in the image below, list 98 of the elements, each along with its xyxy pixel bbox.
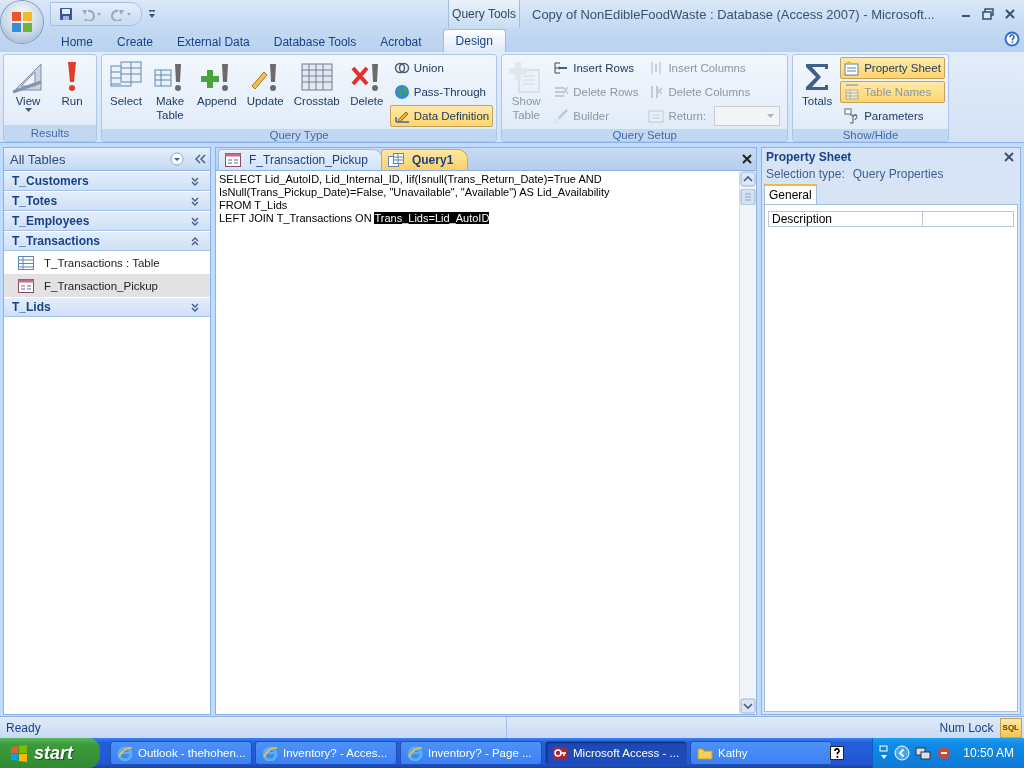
ribbon-button[interactable]: Delete [345,57,388,111]
nav-item[interactable]: T_Transactions : Table [4,251,210,274]
security-icon[interactable] [936,745,953,761]
chevron-up-icon [190,235,200,247]
nav-item[interactable]: F_Transaction_Pickup [4,274,210,297]
clock: 10:50 AM [963,746,1014,760]
ribbon-tab[interactable]: Database Tools [264,31,366,52]
close-icon[interactable] [742,154,752,164]
table-icon [18,255,34,270]
return-values-icon [648,108,665,124]
selected-text: Trans_Lids=Lid_AutoID [374,212,490,224]
ribbon-button[interactable]: Totals [796,57,839,111]
parameters-icon [844,108,861,124]
ribbon-button[interactable]: Property Sheet [840,57,945,79]
office-button[interactable] [1,1,43,43]
wand-icon [553,108,570,124]
nav-group-header[interactable]: T_Transactions [4,232,210,251]
group-label: Show/Hide [793,129,948,141]
office-logo-icon [10,10,34,34]
context-tab-label: Query Tools [448,0,520,28]
property-sheet-icon [844,60,861,76]
key-icon [552,745,568,761]
taskbar-button[interactable]: Microsoft Access - ... [545,741,687,765]
form-icon [18,278,34,293]
delete-columns-icon [648,84,665,100]
ribbon-button[interactable]: Crosstab [289,57,344,111]
ribbon-button[interactable]: View [7,57,49,116]
browser-e-icon [407,745,423,761]
browser-e-icon [262,745,278,761]
code-line: FROM T_Lids [219,199,289,212]
nav-group-header[interactable]: T_Totes [4,192,210,211]
nav-group-header[interactable]: T_Employees [4,212,210,231]
panel-title: Property Sheet [766,150,852,164]
scroll-thumb-icon[interactable] [740,189,756,205]
nav-group-header[interactable]: T_Lids [4,298,210,317]
grid-icon [299,60,334,94]
ribbon-button[interactable]: Parameters [840,105,945,127]
code-line: SELECT Lid_AutoID, Lid_Internal_ID, Iif(Isnull(Trans_Return_Date)=True AND [219,173,603,186]
ribbon-button[interactable]: Run [51,57,93,111]
ribbon-button[interactable]: Data Definition [389,105,494,127]
table-names-icon [844,84,861,100]
window-restore-icon[interactable] [879,745,890,761]
property-tab[interactable]: General [764,184,817,204]
scroll-down-icon[interactable] [740,698,756,714]
form-icon [225,153,241,167]
chevron-left-icon[interactable] [894,745,911,761]
num-lock-indicator: Num Lock [939,720,994,735]
folder-icon [697,745,713,761]
ribbon-button[interactable]: Make Table [149,57,191,125]
ribbon-tab[interactable]: External Data [168,31,259,52]
nav-group-header[interactable]: T_Customers [4,172,210,191]
windows-flag-icon [10,744,28,762]
selection-type-value: Query Properties [852,167,944,181]
group-label: Query Type [102,129,497,141]
query-icon [387,153,404,167]
collapse-chevron-icon[interactable] [194,154,206,164]
chevron-down-icon [190,215,200,227]
window-title: Copy of NonEdibleFoodWaste : Database (Access 2007) - Microsoft... [532,6,936,22]
ribbon-button[interactable]: Pass-Through [389,81,494,103]
exclamation-icon [67,61,77,92]
ribbon-tab[interactable]: Create [108,31,163,52]
ribbon-tab[interactable]: Acrobat [371,31,431,52]
code-line: LEFT JOIN T_Transactions ON Trans_Lids=Lid_AutoID [219,212,491,225]
chevron-down-icon [190,301,200,313]
dropdown-circle-icon[interactable] [170,152,184,166]
scroll-up-icon[interactable] [740,171,756,187]
help-icon[interactable] [830,746,845,760]
restore-icon[interactable] [982,8,994,20]
group-label: Query Setup [502,129,788,141]
delete-rows-icon [553,84,570,100]
network-icon[interactable] [915,745,932,761]
insert-rows-icon [553,60,570,76]
document-tab[interactable]: Query1 [380,149,469,170]
ribbon-button[interactable]: Update [242,57,288,111]
close-icon[interactable] [1004,152,1014,162]
close-icon[interactable] [1004,8,1016,20]
chevron-down-icon [190,195,200,207]
ribbon-button[interactable]: Union [389,57,494,79]
ribbon-tab[interactable]: Home [52,31,102,52]
save-icon[interactable] [59,7,73,21]
document-tab[interactable]: F_Transaction_Pickup [218,149,383,170]
browser-e-icon [117,745,133,761]
ribbon-button[interactable]: Append [193,57,241,111]
ribbon-button[interactable]: Select [105,57,147,111]
start-button[interactable]: start [0,738,100,768]
selection-type-label: Selection type: [766,167,845,181]
code-line: IsNull(Trans_Pickup_Date)=False, "Unavailable", "Available") AS Lid_Availability [219,186,611,199]
sql-view-button[interactable]: SQL [999,717,1022,738]
group-label: Results [4,125,96,141]
globe-icon [393,84,410,100]
customize-arrow-icon[interactable] [148,9,156,19]
rings-icon [393,60,410,76]
nav-pane-title: All Tables [9,151,67,167]
dropdown-arrow-icon [767,113,775,119]
ribbon-tab[interactable]: Design [442,29,506,52]
chevron-down-icon [190,175,200,187]
ribbon-button[interactable]: Insert Rows [549,57,643,79]
vertical-scrollbar[interactable] [739,171,756,714]
